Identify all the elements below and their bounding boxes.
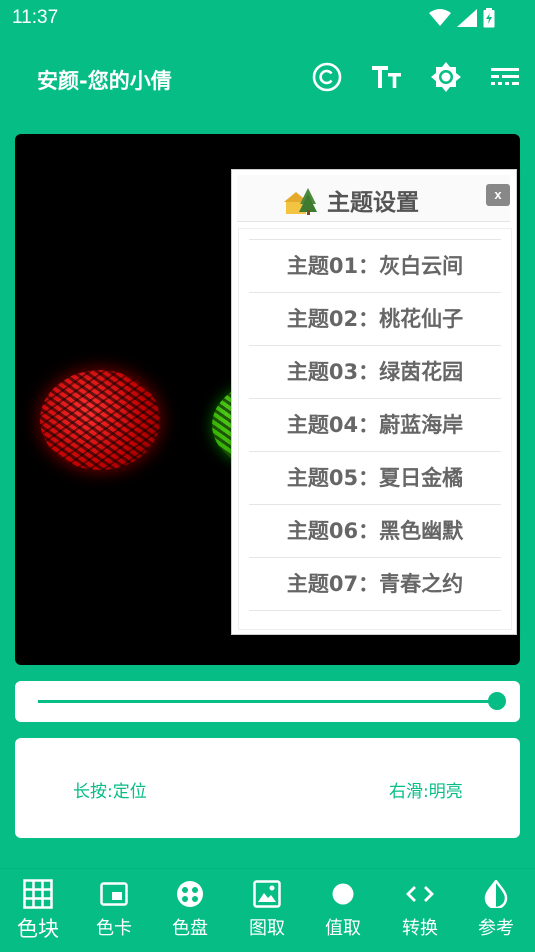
- menu-button[interactable]: [488, 60, 522, 94]
- nav-item-color-wheel[interactable]: 色盘: [152, 869, 228, 952]
- brightness-slider-panel: [15, 681, 520, 722]
- theme-item[interactable]: 主题04：蔚蓝海岸: [249, 398, 501, 452]
- scenery-icon: [284, 188, 317, 215]
- nav-label: 值取: [325, 918, 361, 939]
- grid-icon: [22, 879, 54, 909]
- copyright-button[interactable]: [310, 60, 344, 94]
- nav-item-convert[interactable]: 转换: [382, 869, 458, 952]
- copyright-icon: [312, 62, 342, 92]
- hint-long-press: 长按:定位: [73, 782, 147, 802]
- nav-label: 图取: [249, 918, 285, 939]
- theme-list[interactable]: 主题01：灰白云间 主题02：桃花仙子 主题03：绿茵花园 主题04：蔚蓝海岸 …: [238, 228, 512, 630]
- info-panel: 长按:定位 右滑:明亮: [15, 738, 520, 838]
- red-sphere[interactable]: [40, 370, 160, 470]
- status-bar: 11:37: [0, 0, 535, 36]
- card-icon: [98, 879, 130, 909]
- nav-item-reference[interactable]: 参考: [458, 869, 534, 952]
- status-time: 11:37: [12, 7, 59, 28]
- text-size-button[interactable]: [370, 60, 404, 94]
- nav-label: 色卡: [96, 918, 132, 939]
- close-button[interactable]: x: [486, 184, 510, 206]
- slider-track[interactable]: [38, 700, 499, 703]
- palette-icon: [174, 879, 206, 909]
- settings-lines-icon: [491, 68, 519, 85]
- dot-icon: [327, 879, 359, 909]
- theme-item[interactable]: 主题05：夏日金橘: [249, 451, 501, 505]
- theme-item-partial[interactable]: [249, 610, 501, 629]
- app-title: 安颜-您的小倩: [37, 69, 172, 93]
- theme-dialog: 主题设置 x 主题01：灰白云间 主题02：桃花仙子 主题03：绿茵花园 主题0…: [231, 169, 517, 635]
- nav-label: 转换: [402, 918, 438, 939]
- theme-item[interactable]: 主题07：青春之约: [249, 557, 501, 611]
- theme-item[interactable]: 主题01：灰白云间: [249, 239, 501, 293]
- bottom-nav: 色块 色卡 色盘 图取 值取 转换 参考: [0, 868, 535, 952]
- nav-label: 色盘: [172, 918, 208, 939]
- image-icon: [251, 879, 283, 909]
- signal-icon: [457, 9, 477, 27]
- wifi-icon: [429, 9, 451, 26]
- theme-item[interactable]: 主题02：桃花仙子: [249, 292, 501, 346]
- nav-item-image-pick[interactable]: 图取: [229, 869, 305, 952]
- hint-swipe-right: 右滑:明亮: [389, 782, 463, 802]
- dialog-title: 主题设置: [327, 190, 419, 216]
- theme-item[interactable]: 主题06：黑色幽默: [249, 504, 501, 558]
- brightness-button[interactable]: [429, 60, 463, 94]
- status-icons: [429, 8, 495, 28]
- code-icon: [404, 879, 436, 909]
- nav-label: 参考: [478, 918, 514, 939]
- dialog-header: 主题设置 x: [237, 175, 510, 222]
- nav-item-value-pick[interactable]: 值取: [305, 869, 381, 952]
- nav-item-color-card[interactable]: 色卡: [76, 869, 152, 952]
- nav-label: 色块: [17, 917, 59, 941]
- text-size-icon: [372, 66, 401, 88]
- contrast-icon: [480, 879, 512, 909]
- app-bar: 安颜-您的小倩: [0, 36, 535, 120]
- battery-icon: [483, 8, 495, 28]
- slider-thumb[interactable]: [488, 692, 506, 710]
- theme-item[interactable]: 主题03：绿茵花园: [249, 345, 501, 399]
- brightness-icon: [431, 62, 461, 92]
- nav-item-color-block[interactable]: 色块: [0, 869, 76, 952]
